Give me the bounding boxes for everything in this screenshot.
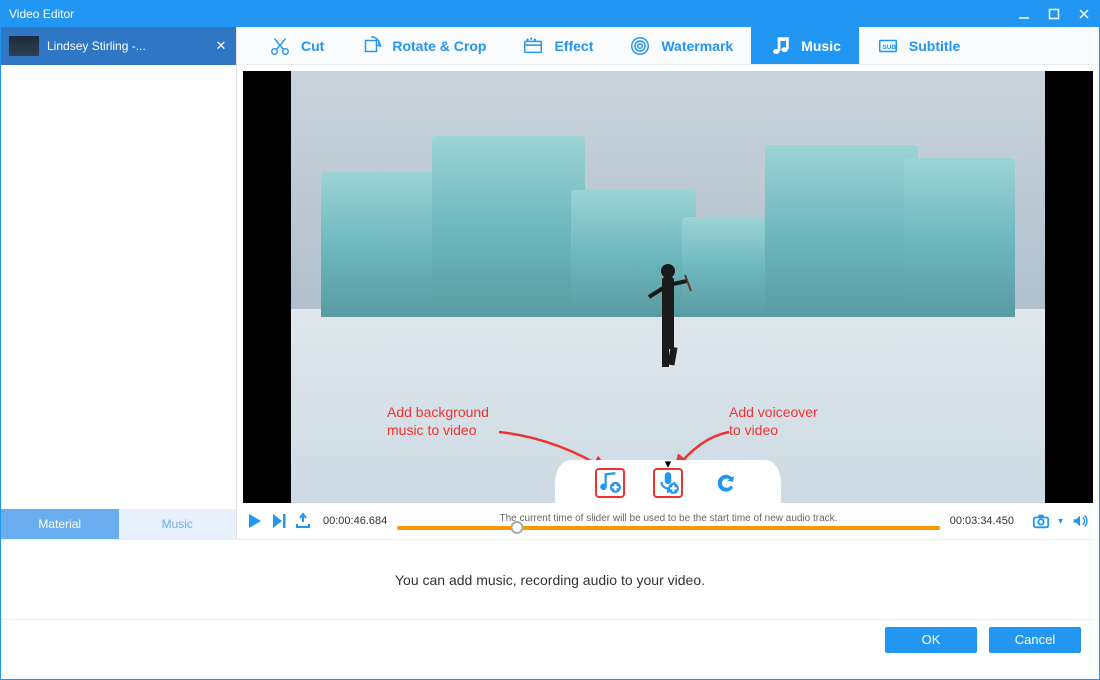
tab-watermark-label: Watermark [661, 38, 733, 54]
bottom-hint: You can add music, recording audio to yo… [1, 539, 1099, 619]
play-button[interactable] [245, 511, 265, 531]
chevron-down-icon: ▾ [665, 456, 672, 472]
tab-cut[interactable]: Cut [251, 27, 342, 64]
tab-music[interactable]: Music [751, 27, 859, 64]
close-file-icon[interactable]: ✕ [214, 38, 228, 54]
add-music-button[interactable] [595, 468, 625, 498]
volume-button[interactable] [1069, 511, 1091, 531]
sidebar-tab-music[interactable]: Music [119, 509, 237, 539]
dropdown-caret-icon: ▾ [1058, 516, 1063, 527]
person-in-frame [643, 261, 693, 376]
tab-effect-label: Effect [554, 38, 593, 54]
annotation-bg-music: Add background music to video [387, 404, 489, 439]
video-preview[interactable]: Add background music to video Add voiceo… [243, 71, 1093, 503]
file-name: Lindsey Stirling -... [47, 39, 214, 53]
file-thumbnail [9, 36, 39, 56]
svg-text:SUB: SUB [882, 43, 896, 50]
tab-rotate-label: Rotate & Crop [392, 38, 486, 54]
footer: OK Cancel [1, 619, 1099, 659]
tab-rotate-crop[interactable]: Rotate & Crop [342, 27, 504, 64]
close-button[interactable] [1069, 1, 1099, 27]
cancel-button[interactable]: Cancel [989, 627, 1081, 653]
maximize-button[interactable] [1039, 1, 1069, 27]
minimize-button[interactable] [1009, 1, 1039, 27]
snapshot-button[interactable] [1030, 511, 1052, 531]
file-tab[interactable]: Lindsey Stirling -... ✕ [1, 27, 236, 65]
ok-button[interactable]: OK [885, 627, 977, 653]
sidebar: Lindsey Stirling -... ✕ Material Music [1, 27, 237, 539]
tab-watermark[interactable]: Watermark [611, 27, 751, 64]
sidebar-tab-material[interactable]: Material [1, 509, 119, 539]
tab-music-label: Music [801, 38, 841, 54]
annotation-voiceover: Add voiceover to video [729, 404, 818, 439]
tab-subtitle[interactable]: SUB Subtitle [859, 27, 978, 64]
floating-toolbar: ▾ [555, 460, 781, 503]
export-button[interactable] [293, 511, 313, 531]
tab-subtitle-label: Subtitle [909, 38, 960, 54]
window-title: Video Editor [9, 7, 1009, 21]
transport-bar: 00:00:46.684 The current time of slider … [237, 503, 1099, 539]
add-voiceover-button[interactable]: ▾ [653, 468, 683, 498]
timeline[interactable]: The current time of slider will be used … [397, 511, 940, 531]
tool-tabs: Cut Rotate & Crop Effect Watermark Music… [237, 27, 1099, 65]
tab-effect[interactable]: Effect [504, 27, 611, 64]
timeline-hint: The current time of slider will be used … [397, 513, 940, 524]
step-button[interactable] [269, 511, 289, 531]
total-time: 00:03:34.450 [944, 515, 1020, 527]
tab-cut-label: Cut [301, 38, 324, 54]
titlebar: Video Editor [1, 1, 1099, 27]
playhead[interactable] [510, 521, 523, 534]
current-time: 00:00:46.684 [317, 515, 393, 527]
refresh-button[interactable] [711, 468, 741, 498]
